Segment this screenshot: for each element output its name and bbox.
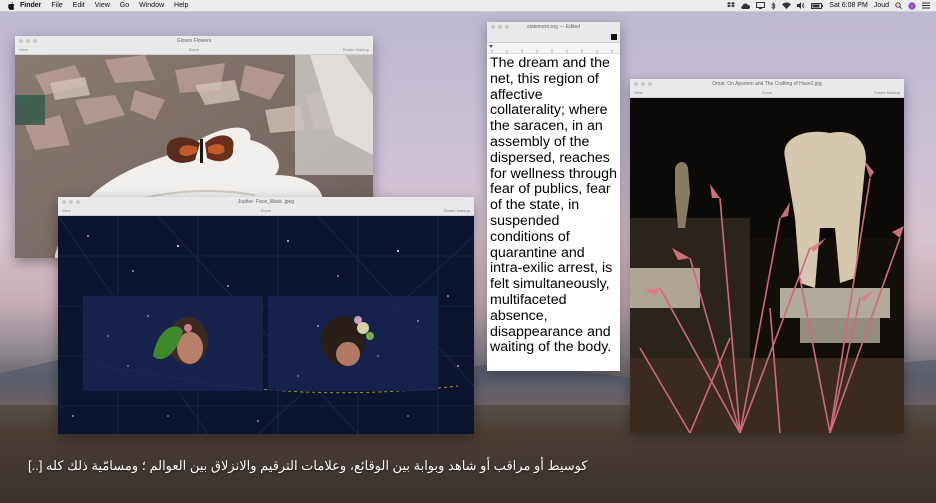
window-title: Jupiter- Face_Mask .jpeg	[237, 199, 295, 205]
bluetooth-icon[interactable]	[771, 1, 776, 10]
menu-app-name[interactable]: Finder	[15, 0, 46, 11]
cloud-icon[interactable]	[741, 3, 751, 9]
arabic-caption: كوسيط أو مراقب أو شاهد وبوابة بين الوقائ…	[28, 458, 588, 473]
zoom-control[interactable]: Zoom	[762, 89, 772, 97]
menu-clock[interactable]: Sat 6:08 PM	[829, 0, 868, 11]
zoom-control[interactable]: Zoom	[189, 46, 199, 54]
title-bar[interactable]: statement.svg — Edited	[487, 22, 620, 32]
menu-bar: Finder File Edit View Go Window Help Sat…	[0, 0, 936, 12]
statues-plants-photo	[630, 98, 904, 433]
window-controls	[62, 200, 80, 204]
close-button[interactable]	[19, 39, 23, 43]
menu-user[interactable]: Joud	[874, 0, 889, 11]
rotate-markup-buttons[interactable]: Rotate Markup	[874, 89, 900, 97]
close-button[interactable]	[634, 82, 638, 86]
view-button[interactable]: View	[634, 89, 643, 97]
dropbox-icon[interactable]	[727, 2, 736, 9]
color-well[interactable]	[611, 34, 617, 40]
window-title: statement.svg — Edited	[526, 24, 581, 30]
menu-help[interactable]: Help	[169, 0, 193, 11]
window-controls	[491, 25, 509, 29]
zoom-button[interactable]	[648, 82, 652, 86]
minimize-button[interactable]	[69, 200, 73, 204]
minimize-button[interactable]	[26, 39, 30, 43]
siri-icon[interactable]	[908, 1, 916, 10]
preview-toolbar: View Zoom Rotate Markup	[630, 89, 904, 98]
menu-go[interactable]: Go	[115, 0, 134, 11]
window-title: Gloves Flowers	[176, 38, 212, 44]
zoom-control[interactable]: Zoom	[261, 207, 271, 215]
butterfly	[166, 135, 234, 163]
face-mask-window: Jupiter- Face_Mask .jpeg View Zoom Rotat…	[58, 197, 474, 434]
omar-window: Omar, On Apomon and The Crafting of Haze…	[630, 79, 904, 433]
ruler-ticks	[489, 45, 613, 53]
zoom-button[interactable]	[76, 200, 80, 204]
rotate-markup-buttons[interactable]: Rotate Markup	[444, 207, 470, 215]
battery-icon[interactable]	[811, 2, 824, 9]
rotate-markup-buttons[interactable]: Rotate Markup	[343, 46, 369, 54]
preview-toolbar: View Zoom Rotate Markup	[58, 207, 474, 216]
menu-view[interactable]: View	[90, 0, 115, 11]
minimize-button[interactable]	[498, 25, 502, 29]
wifi-icon[interactable]	[782, 2, 792, 9]
window-title: Omar, On Apomon and The Crafting of Haze…	[712, 81, 822, 87]
volume-icon[interactable]	[797, 2, 805, 9]
view-button[interactable]: View	[62, 207, 71, 215]
menu-window[interactable]: Window	[134, 0, 169, 11]
close-button[interactable]	[62, 200, 66, 204]
title-bar[interactable]: Omar, On Apomon and The Crafting of Haze…	[630, 79, 904, 89]
zoom-button[interactable]	[33, 39, 37, 43]
search-icon[interactable]	[895, 2, 902, 9]
statement-window: statement.svg — Edited The dream and the…	[487, 22, 620, 371]
menu-edit[interactable]: Edit	[68, 0, 90, 11]
window-controls	[634, 82, 652, 86]
title-bar[interactable]: Gloves Flowers	[15, 36, 373, 46]
close-button[interactable]	[491, 25, 495, 29]
view-button[interactable]: View	[19, 46, 28, 54]
zoom-button[interactable]	[505, 25, 509, 29]
preview-toolbar: View Zoom Rotate Markup	[15, 46, 373, 55]
notification-center-icon[interactable]	[922, 2, 930, 9]
star-map-photo	[58, 216, 474, 434]
title-bar[interactable]: Jupiter- Face_Mask .jpeg	[58, 197, 474, 207]
menu-file[interactable]: File	[46, 0, 67, 11]
display-icon[interactable]	[756, 2, 766, 9]
statement-text[interactable]: The dream and the net, this region of af…	[487, 54, 620, 356]
minimize-button[interactable]	[641, 82, 645, 86]
format-toolbar	[487, 32, 620, 43]
window-controls	[19, 39, 37, 43]
ruler	[487, 43, 620, 54]
apple-icon[interactable]	[8, 1, 15, 10]
